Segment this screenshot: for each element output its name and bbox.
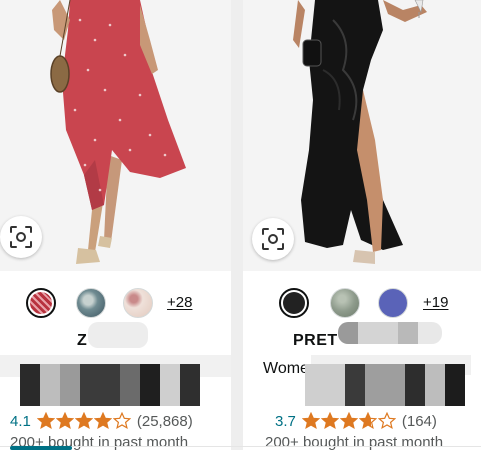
rating-row[interactable]: 4.1 (25,868): [10, 410, 193, 432]
review-count[interactable]: (164): [402, 413, 437, 430]
redacted-title[interactable]: [305, 364, 465, 406]
color-swatches: +28: [0, 288, 231, 320]
swatch-blue[interactable]: [378, 288, 408, 318]
swatch-black[interactable]: [279, 288, 309, 318]
camera-search-icon: [262, 228, 284, 250]
bottom-divider: [0, 446, 481, 447]
swatch-pink-floral[interactable]: [123, 288, 153, 318]
product-card[interactable]: +19 PRET Wome 3.7 (164) 200+ bought in p…: [243, 0, 481, 450]
product-card[interactable]: +28 Z 4.1 (25,868) 200+ bought in past m…: [0, 0, 231, 450]
star-icon: [358, 412, 377, 430]
card-divider: [231, 0, 243, 450]
color-swatches: +19: [243, 288, 481, 320]
star-icon: [301, 412, 320, 430]
swatch-red[interactable]: [26, 288, 56, 318]
star-icon: [377, 412, 396, 430]
swatch-sage[interactable]: [330, 288, 360, 318]
product-image[interactable]: [0, 0, 231, 271]
product-title[interactable]: Wome: [263, 360, 309, 378]
redacted-block: [338, 322, 442, 344]
star-rating: [301, 412, 396, 430]
review-count[interactable]: (25,868): [137, 413, 193, 430]
star-icon: [93, 412, 112, 430]
brand-name: Z: [77, 332, 88, 349]
scroll-indicator: [10, 446, 72, 450]
more-colors-link[interactable]: +19: [423, 294, 448, 311]
product-image[interactable]: [243, 0, 481, 271]
redacted-block: [88, 322, 148, 348]
star-icon: [36, 412, 55, 430]
star-icon: [74, 412, 93, 430]
star-icon: [320, 412, 339, 430]
visual-search-button[interactable]: [252, 218, 294, 260]
star-icon: [55, 412, 74, 430]
camera-search-icon: [10, 226, 32, 248]
star-rating: [36, 412, 131, 430]
star-icon: [339, 412, 358, 430]
rating-value: 4.1: [10, 412, 31, 430]
swatch-teal-floral[interactable]: [76, 288, 106, 318]
visual-search-button[interactable]: [0, 216, 42, 258]
star-icon: [112, 412, 131, 430]
brand-name: PRET: [293, 332, 338, 349]
rating-row[interactable]: 3.7 (164): [275, 410, 437, 432]
rating-value: 3.7: [275, 412, 296, 430]
redacted-title[interactable]: [20, 364, 200, 406]
more-colors-link[interactable]: +28: [167, 294, 192, 311]
bought-text: 200+ bought in past month: [265, 434, 444, 450]
product-grid: +28 Z 4.1 (25,868) 200+ bought in past m…: [0, 0, 481, 450]
